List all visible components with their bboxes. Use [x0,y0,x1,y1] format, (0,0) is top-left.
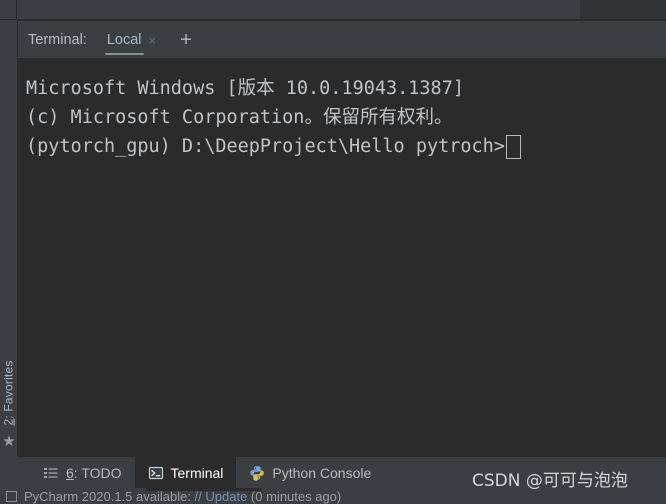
terminal-icon [148,466,163,479]
text-cursor [505,134,521,159]
todo-shortcut-number: 6 [66,464,74,481]
terminal-console[interactable]: Microsoft Windows [版本 10.0.19043.1387] (… [18,58,666,457]
editor-left-strip [0,0,17,20]
checkbox-icon[interactable] [6,490,17,502]
tool-button-todo[interactable]: 6: TODO [30,457,135,488]
favorites-label-rotated: 2: Favorites [2,360,16,425]
close-icon[interactable]: × [149,33,157,47]
terminal-tabbar-label: Terminal: [28,31,87,48]
editor-bottom-edge [0,19,666,20]
console-line: (c) Microsoft Corporation。保留所有权利。 [26,107,453,128]
pycharm-terminal-window: 2: Favorites ★ Terminal: Local × + Micro… [0,0,666,504]
list-icon [44,467,58,478]
bottom-tool-window-bar: 6: TODO Terminal Python Console [0,457,666,488]
editor-area-sliver [0,0,666,20]
console-prompt-line: (pytorch_gpu) D:\DeepProject\Hello pytro… [26,132,666,161]
console-line: Microsoft Windows [版本 10.0.19043.1387] [26,78,464,99]
editor-scrollbar-corner[interactable] [580,0,666,19]
left-tool-strip: 2: Favorites ★ [0,20,18,457]
tool-button-terminal[interactable]: Terminal [134,457,237,488]
console-prompt-text: (pytorch_gpu) D:\DeepProject\Hello pytro… [26,136,505,157]
favorites-label-text: : Favorites [2,359,16,419]
status-bar: PyCharm 2020.1.5 available: // Update (0… [0,488,666,504]
tab-active-underline [104,53,145,55]
tab-local[interactable]: Local × [104,21,158,58]
active-tool-window-indicator [146,488,261,491]
status-bar-suffix: (0 minutes ago) [247,488,342,504]
tool-button-python-console-label: Python Console [272,464,372,481]
favorites-shortcut-number: 2 [2,418,16,426]
terminal-tabbar: Terminal: Local × + [18,21,666,58]
todo-label-text: : TODO [73,464,122,481]
tab-local-label: Local [106,31,142,48]
python-icon [250,465,265,481]
tool-button-python-console[interactable]: Python Console [236,457,384,488]
star-icon[interactable]: ★ [2,434,16,449]
tool-button-terminal-label: Terminal [170,464,224,481]
plus-icon[interactable]: + [180,30,192,50]
terminal-console-lines: Microsoft Windows [版本 10.0.19043.1387] (… [18,58,666,161]
bottom-bar-spacer [0,457,30,488]
tool-button-todo-label: 6: TODO [66,465,122,481]
editor-body-remnant [18,0,580,19]
